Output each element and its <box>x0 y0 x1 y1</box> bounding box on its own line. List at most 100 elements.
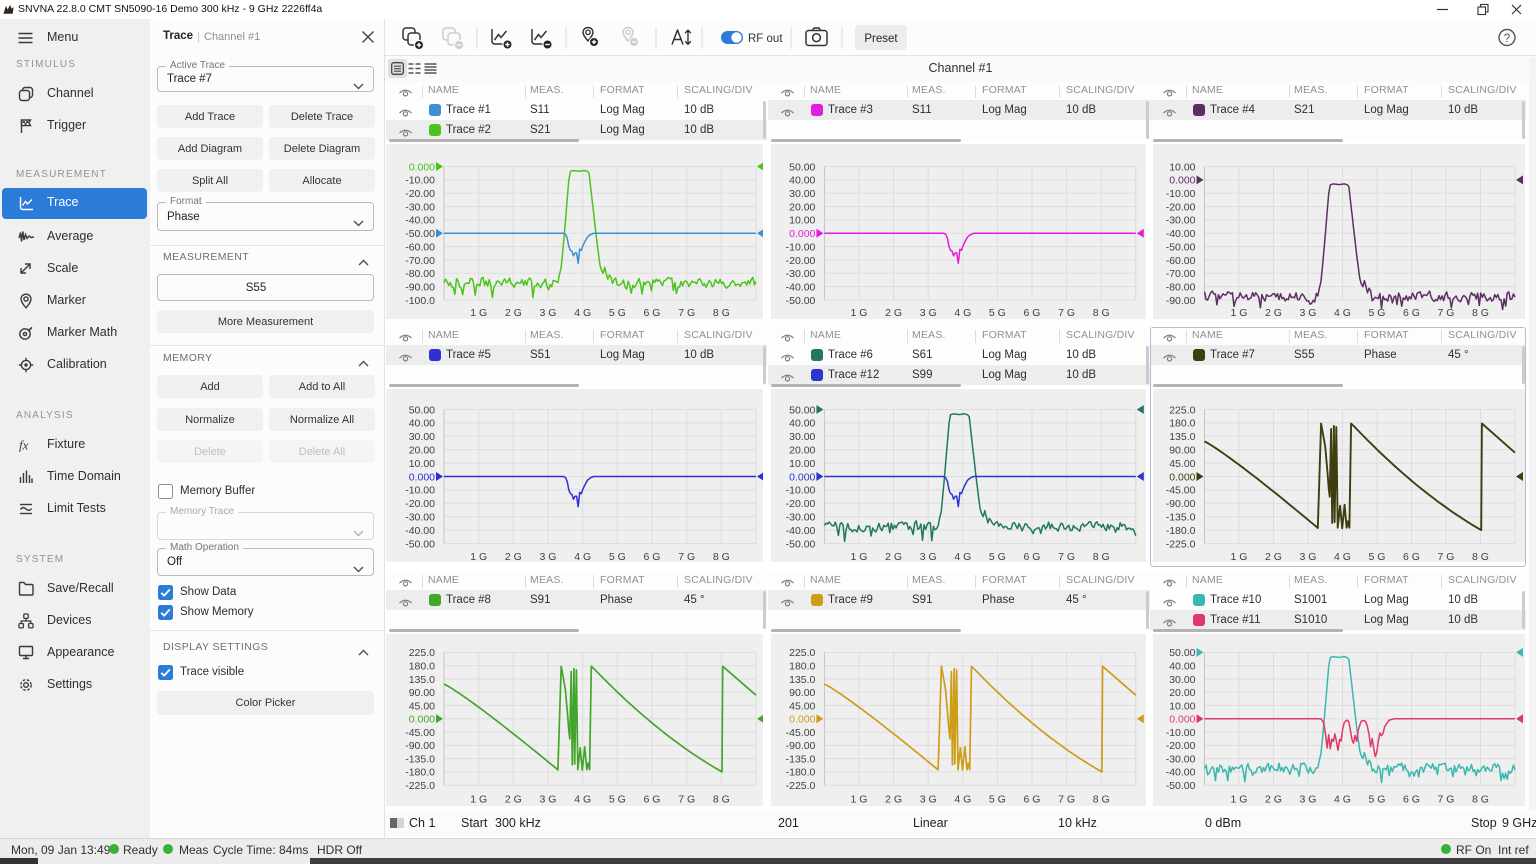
svg-text:-10.00: -10.00 <box>405 175 435 187</box>
svg-text:-70.00: -70.00 <box>1166 268 1196 280</box>
svg-text:5 G: 5 G <box>609 551 626 562</box>
svg-text:4 G: 4 G <box>954 794 971 806</box>
svg-text:4 G: 4 G <box>574 551 591 562</box>
svg-text:0.000: 0.000 <box>409 161 435 173</box>
svg-text:2 G: 2 G <box>885 551 902 562</box>
svg-text:-50.00: -50.00 <box>405 228 435 240</box>
svg-text:-100.0: -100.0 <box>405 295 435 307</box>
svg-text:4 G: 4 G <box>954 307 971 319</box>
svg-text:90.00: 90.00 <box>789 687 815 699</box>
svg-text:7 G: 7 G <box>678 551 695 562</box>
svg-text:1 G: 1 G <box>470 794 487 806</box>
svg-text:2 G: 2 G <box>505 794 522 806</box>
svg-text:2 G: 2 G <box>885 794 902 806</box>
svg-text:-180.0: -180.0 <box>1166 525 1196 537</box>
svg-text:-30.00: -30.00 <box>786 268 816 280</box>
svg-text:2 G: 2 G <box>1265 307 1282 319</box>
svg-text:-90.00: -90.00 <box>405 740 435 752</box>
svg-text:8 G: 8 G <box>713 307 730 319</box>
svg-text:3 G: 3 G <box>540 551 557 562</box>
svg-text:-30.00: -30.00 <box>786 512 816 524</box>
svg-text:7 G: 7 G <box>1438 794 1455 806</box>
svg-text:1 G: 1 G <box>1231 794 1248 806</box>
svg-text:3 G: 3 G <box>1300 307 1317 319</box>
svg-text:180.0: 180.0 <box>409 661 435 673</box>
svg-text:1 G: 1 G <box>470 307 487 319</box>
svg-text:50.00: 50.00 <box>409 404 435 416</box>
svg-text:RF out: RF out <box>748 33 783 45</box>
svg-text:-45.00: -45.00 <box>1166 485 1196 497</box>
svg-text:-50.00: -50.00 <box>786 538 816 550</box>
svg-text:5 G: 5 G <box>989 794 1006 806</box>
svg-text:1 G: 1 G <box>851 794 868 806</box>
svg-text:135.0: 135.0 <box>789 674 815 686</box>
svg-text:-10.00: -10.00 <box>1166 188 1196 200</box>
svg-text:10.00: 10.00 <box>789 458 815 470</box>
svg-text:8 G: 8 G <box>713 794 730 806</box>
svg-text:8 G: 8 G <box>1472 551 1489 562</box>
svg-text:2 G: 2 G <box>885 307 902 319</box>
svg-text:-60.00: -60.00 <box>405 241 435 253</box>
svg-text:0.000: 0.000 <box>409 714 435 726</box>
svg-text:45.00: 45.00 <box>409 700 435 712</box>
svg-text:6 G: 6 G <box>1024 307 1041 319</box>
svg-text:1 G: 1 G <box>851 307 868 319</box>
svg-text:10.00: 10.00 <box>1169 700 1195 712</box>
svg-text:-135.0: -135.0 <box>786 753 816 765</box>
svg-text:-40.00: -40.00 <box>1166 228 1196 240</box>
svg-text:-90.00: -90.00 <box>1166 498 1196 510</box>
svg-text:-10.00: -10.00 <box>786 485 816 497</box>
svg-text:180.0: 180.0 <box>789 661 815 673</box>
svg-text:4 G: 4 G <box>1334 551 1351 562</box>
svg-text:5 G: 5 G <box>1369 794 1386 806</box>
svg-text:3 G: 3 G <box>1300 794 1317 806</box>
svg-text:4 G: 4 G <box>954 551 971 562</box>
svg-text:5 G: 5 G <box>1369 551 1386 562</box>
svg-text:40.00: 40.00 <box>789 175 815 187</box>
svg-text:-225.0: -225.0 <box>786 780 816 792</box>
svg-text:-10.00: -10.00 <box>786 241 816 253</box>
svg-text:-20.00: -20.00 <box>786 498 816 510</box>
svg-text:-20.00: -20.00 <box>786 255 816 267</box>
svg-text:0.000: 0.000 <box>1169 714 1195 726</box>
svg-text:10.00: 10.00 <box>789 215 815 227</box>
svg-text:-80.00: -80.00 <box>405 268 435 280</box>
svg-text:5 G: 5 G <box>1369 307 1386 319</box>
svg-text:4 G: 4 G <box>574 794 591 806</box>
svg-text:20.00: 20.00 <box>1169 687 1195 699</box>
svg-text:30.00: 30.00 <box>789 431 815 443</box>
svg-text:-45.00: -45.00 <box>786 727 816 739</box>
svg-text:8 G: 8 G <box>1093 551 1110 562</box>
svg-text:-10.00: -10.00 <box>1166 727 1196 739</box>
svg-text:135.0: 135.0 <box>1169 431 1195 443</box>
svg-text:-90.00: -90.00 <box>405 281 435 293</box>
svg-text:6 G: 6 G <box>644 551 661 562</box>
svg-text:135.0: 135.0 <box>409 674 435 686</box>
svg-text:40.00: 40.00 <box>1169 661 1195 673</box>
svg-text:fx: fx <box>19 437 29 452</box>
svg-text:90.00: 90.00 <box>409 687 435 699</box>
svg-text:1 G: 1 G <box>1231 551 1248 562</box>
svg-text:3 G: 3 G <box>1300 551 1317 562</box>
svg-text:2 G: 2 G <box>1265 794 1282 806</box>
svg-text:7 G: 7 G <box>1058 307 1075 319</box>
svg-text:1 G: 1 G <box>851 551 868 562</box>
svg-text:225.0: 225.0 <box>1169 404 1195 416</box>
svg-text:4 G: 4 G <box>1334 307 1351 319</box>
svg-text:-30.00: -30.00 <box>405 201 435 213</box>
svg-text:-40.00: -40.00 <box>786 281 816 293</box>
svg-text:3 G: 3 G <box>920 794 937 806</box>
svg-text:20.00: 20.00 <box>789 201 815 213</box>
svg-text:7 G: 7 G <box>1438 307 1455 319</box>
svg-text:30.00: 30.00 <box>409 431 435 443</box>
svg-text:-50.00: -50.00 <box>405 538 435 550</box>
svg-text:6 G: 6 G <box>1403 794 1420 806</box>
svg-text:8 G: 8 G <box>1093 794 1110 806</box>
svg-text:90.00: 90.00 <box>1169 445 1195 457</box>
svg-text:7 G: 7 G <box>678 794 695 806</box>
svg-text:20.00: 20.00 <box>789 445 815 457</box>
svg-text:40.00: 40.00 <box>789 418 815 430</box>
svg-text:2 G: 2 G <box>1265 551 1282 562</box>
svg-text:-30.00: -30.00 <box>1166 753 1196 765</box>
svg-text:-80.00: -80.00 <box>1166 281 1196 293</box>
